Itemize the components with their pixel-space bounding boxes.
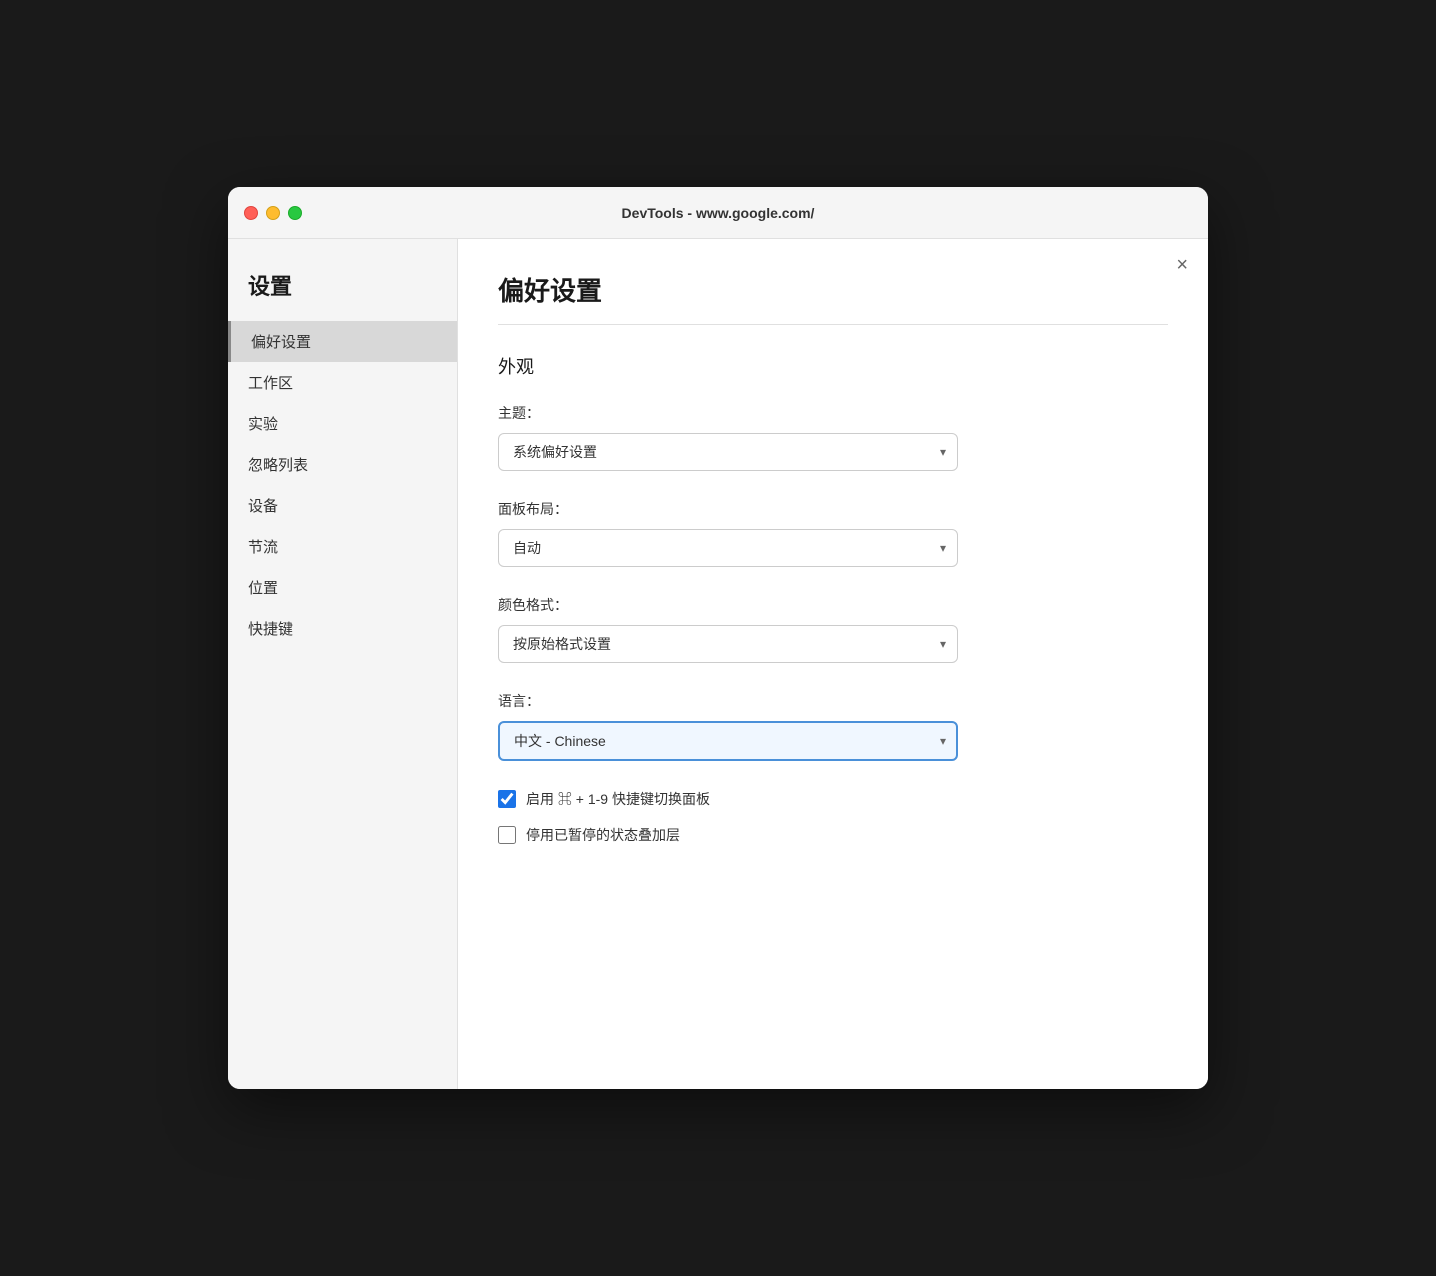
sidebar-item-preferences[interactable]: 偏好设置	[228, 321, 457, 362]
panel-layout-select[interactable]: 自动水平垂直	[498, 529, 958, 567]
titlebar: DevTools - www.google.com/	[228, 187, 1208, 239]
close-settings-button[interactable]: ×	[1176, 255, 1188, 275]
main-layout: 设置 偏好设置 工作区 实验 忽略列表 设备 节流 位置 快	[228, 239, 1208, 1089]
minimize-window-button[interactable]	[266, 206, 280, 220]
checkbox-shortcuts-label: 启用 ⌘ + 1-9 快捷键切换面板	[526, 789, 710, 809]
theme-field-group: 主题： 系统偏好设置浅色深色 ▾	[498, 403, 1168, 471]
sidebar-heading: 设置	[228, 259, 457, 321]
language-field-group: 语言： 中文 - ChineseEnglish日本語한국어 ▾	[498, 691, 1168, 761]
checkbox-paused-overlay-input[interactable]	[498, 826, 516, 844]
sidebar-item-shortcuts[interactable]: 快捷键	[228, 608, 457, 649]
theme-select[interactable]: 系统偏好设置浅色深色	[498, 433, 958, 471]
close-window-button[interactable]	[244, 206, 258, 220]
language-label: 语言：	[498, 691, 1168, 711]
sidebar-item-locations[interactable]: 位置	[228, 567, 457, 608]
panel-layout-field-group: 面板布局： 自动水平垂直 ▾	[498, 499, 1168, 567]
theme-select-wrapper: 系统偏好设置浅色深色 ▾	[498, 433, 958, 471]
checkbox-shortcuts-input[interactable]	[498, 790, 516, 808]
color-format-field-group: 颜色格式： 按原始格式设置hexrgbhsl ▾	[498, 595, 1168, 663]
checkbox-paused-overlay-group: 停用已暂停的状态叠加层	[498, 825, 1168, 845]
traffic-lights	[244, 206, 302, 220]
maximize-window-button[interactable]	[288, 206, 302, 220]
checkbox-shortcuts-group: 启用 ⌘ + 1-9 快捷键切换面板	[498, 789, 1168, 809]
sidebar-item-throttling[interactable]: 节流	[228, 526, 457, 567]
sidebar-item-ignore-list[interactable]: 忽略列表	[228, 444, 457, 485]
window-title: DevTools - www.google.com/	[622, 205, 815, 221]
panel-layout-select-wrapper: 自动水平垂直 ▾	[498, 529, 958, 567]
language-select-wrapper: 中文 - ChineseEnglish日本語한국어 ▾	[498, 721, 958, 761]
sidebar: 设置 偏好设置 工作区 实验 忽略列表 设备 节流 位置 快	[228, 239, 458, 1089]
language-select[interactable]: 中文 - ChineseEnglish日本語한국어	[498, 721, 958, 761]
content-area: × 偏好设置 外观 主题： 系统偏好设置浅色深色 ▾ 面板布局： 自动水平垂直 …	[458, 239, 1208, 1089]
panel-layout-label: 面板布局：	[498, 499, 1168, 519]
color-format-label: 颜色格式：	[498, 595, 1168, 615]
color-format-select[interactable]: 按原始格式设置hexrgbhsl	[498, 625, 958, 663]
sidebar-item-workspace[interactable]: 工作区	[228, 362, 457, 403]
page-title: 偏好设置	[498, 271, 1168, 308]
checkbox-paused-overlay-label: 停用已暂停的状态叠加层	[526, 825, 680, 845]
theme-label: 主题：	[498, 403, 1168, 423]
section-appearance-title: 外观	[498, 353, 1168, 379]
sidebar-item-experiments[interactable]: 实验	[228, 403, 457, 444]
color-format-select-wrapper: 按原始格式设置hexrgbhsl ▾	[498, 625, 958, 663]
main-window: DevTools - www.google.com/ 设置 偏好设置 工作区 实…	[228, 187, 1208, 1089]
sidebar-item-devices[interactable]: 设备	[228, 485, 457, 526]
title-divider	[498, 324, 1168, 325]
